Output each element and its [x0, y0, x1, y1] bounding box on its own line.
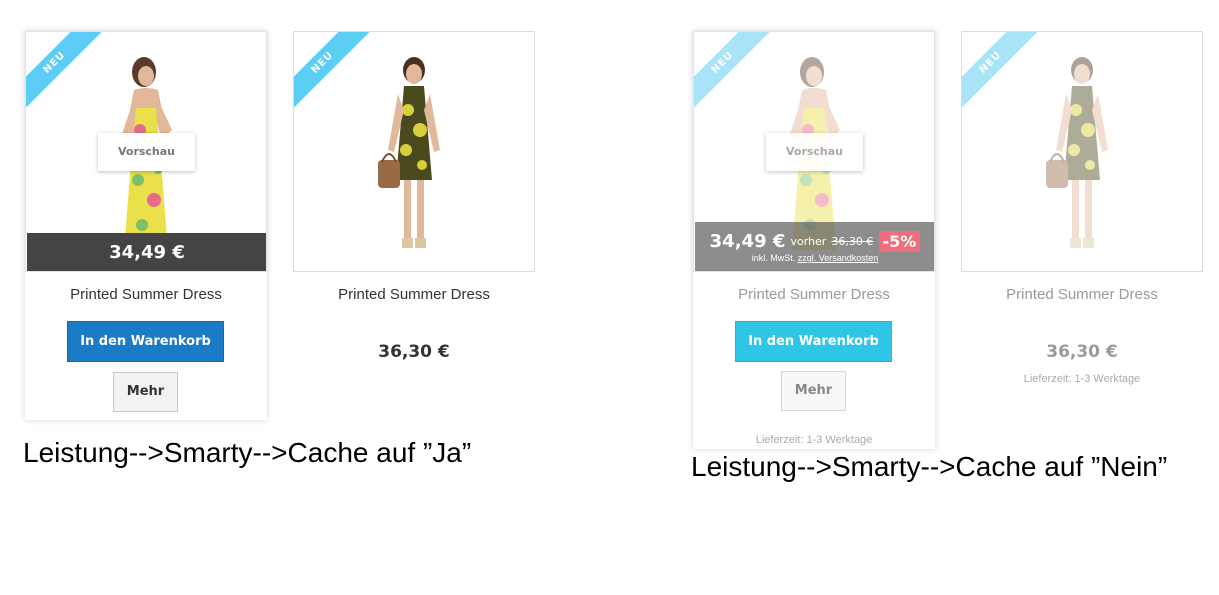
product-name[interactable]: Printed Summer Dress: [961, 286, 1203, 303]
discount-badge: -5%: [878, 231, 921, 252]
product-card-left-1[interactable]: NEU Vorschau 34,49 € Printed Summer Dres…: [25, 31, 267, 420]
product-name[interactable]: Printed Summer Dress: [25, 286, 267, 303]
product-name[interactable]: Printed Summer Dress: [693, 286, 935, 303]
shipping-costs-link[interactable]: zzgl. Versandkosten: [798, 253, 879, 263]
product-name[interactable]: Printed Summer Dress: [293, 286, 535, 303]
product-price: 34,49 €: [709, 231, 786, 252]
old-price: 36,30 €: [831, 235, 874, 248]
caption-cache-no: Leistung-->Smarty-->Cache auf ”Nein”: [691, 451, 1168, 482]
new-badge: NEU: [294, 32, 370, 110]
product-price: 36,30 €: [1046, 342, 1118, 362]
preview-button[interactable]: Vorschau: [766, 133, 863, 171]
product-card-right-1[interactable]: NEU Vorschau 34,49 € vorher 36,30 € -5% …: [693, 31, 935, 449]
add-to-cart-button[interactable]: In den Warenkorb: [67, 321, 224, 362]
new-ribbon: NEU: [294, 32, 374, 112]
new-ribbon: NEU: [694, 32, 774, 112]
add-to-cart-button[interactable]: In den Warenkorb: [735, 321, 892, 362]
product-image-frame[interactable]: NEU: [961, 31, 1203, 272]
caption-cache-yes: Leistung-->Smarty-->Cache auf ”Ja”: [23, 437, 472, 468]
delivery-time: Lieferzeit: 1-3 Werktage: [755, 434, 873, 446]
new-badge: NEU: [694, 32, 770, 110]
preview-button[interactable]: Vorschau: [98, 133, 195, 171]
delivery-time: Lieferzeit: 1-3 Werktage: [1023, 373, 1141, 385]
price-bar: 34,49 €: [27, 233, 266, 271]
product-image-frame[interactable]: NEU Vorschau 34,49 € vorher 36,30 € -5% …: [693, 31, 935, 272]
product-card-right-2[interactable]: NEU Printed Summer Dress 36,30 € Lieferz…: [961, 31, 1203, 391]
old-price-prefix: vorher: [790, 235, 827, 248]
new-badge: NEU: [962, 32, 1038, 110]
product-image-frame[interactable]: NEU: [293, 31, 535, 272]
new-badge: NEU: [26, 32, 102, 110]
more-button[interactable]: Mehr: [781, 371, 846, 411]
price-bar: 34,49 € vorher 36,30 € -5% inkl. MwSt. z…: [695, 222, 934, 271]
product-price: 36,30 €: [378, 342, 450, 362]
tax-note: inkl. MwSt.: [751, 253, 796, 263]
more-button[interactable]: Mehr: [113, 372, 178, 412]
new-ribbon: NEU: [962, 32, 1042, 112]
new-ribbon: NEU: [26, 32, 106, 112]
product-image-frame[interactable]: NEU Vorschau 34,49 €: [25, 31, 267, 272]
product-card-left-2[interactable]: NEU Printed Summer Dress 36,30 €: [293, 31, 535, 371]
